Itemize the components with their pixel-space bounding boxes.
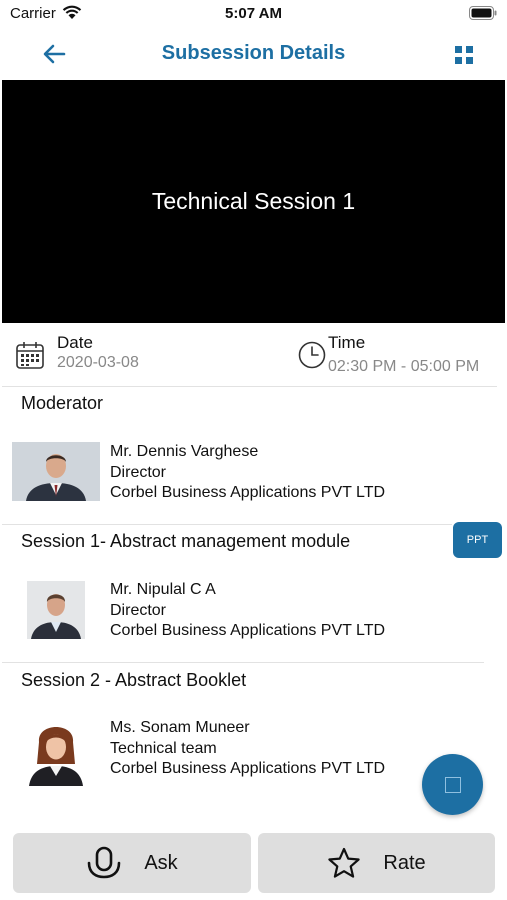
- divider: [2, 662, 484, 663]
- section-title-session-1: Session 1- Abstract management module: [21, 531, 351, 551]
- speaker-1-info: Mr. Nipulal C A Director Corbel Business…: [110, 580, 385, 642]
- person-avatar-icon: [12, 442, 100, 501]
- session-banner: Technical Session 1: [2, 80, 505, 323]
- time-value: 02:30 PM - 05:00 PM: [328, 358, 480, 375]
- person-name: Mr. Dennis Varghese: [110, 443, 259, 460]
- clock-icon: [298, 341, 326, 369]
- person-role: Technical team: [110, 739, 217, 757]
- microphone-icon: [88, 846, 121, 879]
- floating-action-button[interactable]: [422, 754, 483, 815]
- person-avatar-icon: [27, 581, 85, 639]
- time-label: Time: [328, 333, 366, 352]
- person-company: Corbel Business Applications PVT LTD: [110, 760, 386, 777]
- moderator-photo: [12, 442, 100, 501]
- speaker-1-photo: [27, 581, 85, 639]
- ask-label: Ask: [144, 851, 178, 874]
- page-title: Subsession Details: [161, 42, 346, 64]
- date-value: 2020-03-08: [57, 354, 139, 371]
- status-bar: Carrier 5:07 AM: [0, 0, 507, 30]
- rate-label: Rate: [383, 851, 426, 874]
- person-name: Mr. Nipulal C A: [110, 581, 216, 598]
- calendar-icon: [16, 342, 44, 369]
- speaker-2-photo: [25, 714, 87, 786]
- person-company: Corbel Business Applications PVT LTD: [110, 622, 386, 639]
- person-avatar-icon: [25, 714, 87, 786]
- speaker-2-info: Ms. Sonam Muneer Technical team Corbel B…: [110, 718, 385, 780]
- banner-title: Technical Session 1: [151, 188, 356, 214]
- date-label: Date: [57, 333, 93, 352]
- grid-menu-icon[interactable]: [451, 42, 477, 68]
- section-title-session-2: Session 2 - Abstract Booklet: [21, 670, 247, 690]
- ask-button[interactable]: Ask: [13, 833, 251, 893]
- person-role: Director: [110, 601, 167, 619]
- star-icon: [328, 847, 361, 878]
- ppt-button[interactable]: PPT: [453, 522, 502, 558]
- section-title-moderator: Moderator: [21, 393, 104, 413]
- rate-button[interactable]: Rate: [258, 833, 495, 893]
- date-time-row: Date 2020-03-08 Time 02:30 PM - 05:00 PM: [0, 330, 507, 382]
- person-name: Ms. Sonam Muneer: [110, 719, 250, 736]
- battery-icon: [469, 6, 497, 20]
- divider: [2, 386, 497, 387]
- square-icon: [444, 776, 461, 793]
- status-time: 5:07 AM: [225, 5, 282, 22]
- person-role: Director: [110, 463, 167, 481]
- navigation-bar: Subsession Details: [0, 30, 507, 78]
- divider: [2, 524, 452, 525]
- person-company: Corbel Business Applications PVT LTD: [110, 484, 386, 501]
- moderator-info: Mr. Dennis Varghese Director Corbel Busi…: [110, 442, 385, 504]
